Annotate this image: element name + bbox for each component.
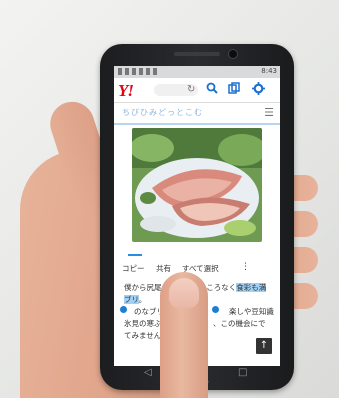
settings-icon[interactable] <box>252 82 265 99</box>
photo-scene: 8:43 Y! ↻ ちびひみどっとこむ ☰ コピー 共有 すべて選択 ⋮ 食彩も… <box>0 0 339 398</box>
page-title[interactable]: ちびひみどっとこむ <box>122 107 203 118</box>
scroll-to-top-button[interactable]: ↑ <box>256 338 272 354</box>
pointing-finger <box>160 272 208 398</box>
fingernail <box>169 278 199 308</box>
menu-icon[interactable]: ☰ <box>264 106 274 119</box>
front-camera <box>228 49 238 59</box>
refresh-icon[interactable]: ↻ <box>187 84 195 95</box>
text-selection-toolbar: コピー 共有 すべて選択 ⋮ <box>114 260 280 276</box>
copy-button[interactable]: コピー <box>122 263 145 274</box>
tabs-icon[interactable] <box>228 82 240 98</box>
recents-button[interactable]: □ <box>238 367 247 378</box>
browser-toolbar: Y! ↻ <box>114 78 280 103</box>
selection-handle-end[interactable] <box>212 306 219 313</box>
search-icon[interactable] <box>206 82 218 98</box>
selection-handle-start[interactable] <box>120 306 127 313</box>
earpiece-speaker <box>174 52 220 56</box>
more-options-icon[interactable]: ⋮ <box>241 262 250 272</box>
yahoo-logo[interactable]: Y! <box>118 81 134 101</box>
notification-icons <box>118 68 158 75</box>
share-button[interactable]: 共有 <box>156 263 171 274</box>
selection-tab-indicator <box>128 254 142 256</box>
article-photo <box>132 128 262 242</box>
back-button[interactable]: ◁ <box>144 367 152 378</box>
status-bar: 8:43 <box>114 66 280 78</box>
status-clock: 8:43 <box>261 67 277 75</box>
page-header: ちびひみどっとこむ ☰ <box>114 103 280 125</box>
